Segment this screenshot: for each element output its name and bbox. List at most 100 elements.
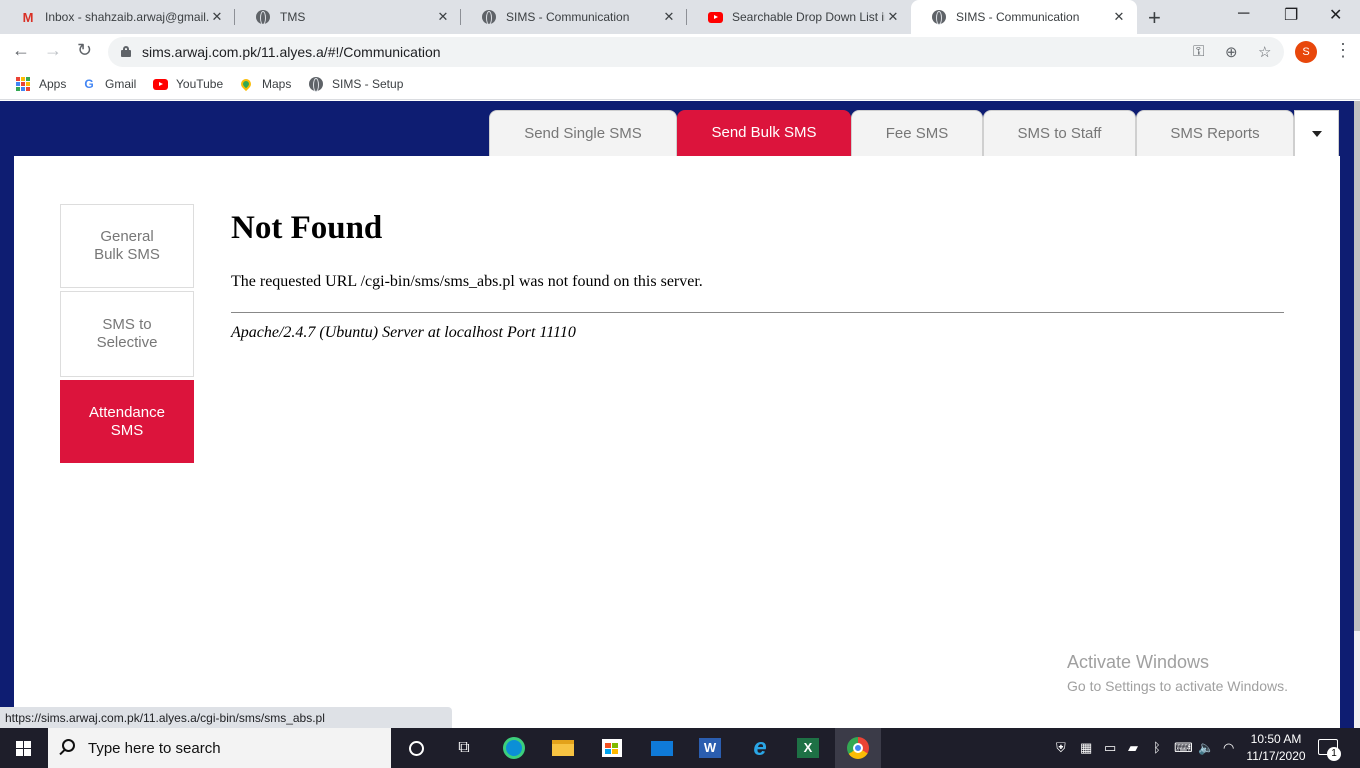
minimize-icon[interactable]: ─ [1238,5,1249,23]
maps-pin-icon [238,76,254,92]
chrome-taskbar-button[interactable] [835,728,881,768]
apps-grid-icon [15,76,31,92]
task-view-icon[interactable]: ⧉ [452,736,476,760]
gmail-icon: M [22,9,34,25]
cortana-icon[interactable] [404,736,428,760]
tab-sms-reports[interactable]: SMS Reports [1136,110,1294,156]
browser-tab-active[interactable]: SIMS - Communication ✕ [911,0,1137,34]
error-message: The requested URL /cgi-bin/sms/sms_abs.p… [231,273,703,290]
bookmark-gmail[interactable]: G Gmail [81,76,136,92]
tab-title: Inbox - shahzaib.arwaj@gmail. [45,10,209,24]
mail-icon[interactable] [650,736,674,760]
watermark-subtitle: Go to Settings to activate Windows. [1067,678,1288,694]
globe-icon [255,9,271,25]
bookmarks-bar: Apps G Gmail YouTube Maps SIMS - Setup [0,70,1360,100]
bookmark-maps[interactable]: Maps [238,76,291,92]
close-tab-icon[interactable]: ✕ [661,9,677,25]
sms-to-selective-button[interactable]: SMS to Selective [60,291,194,377]
bluetooth-icon[interactable]: ᛒ [1153,740,1161,755]
youtube-icon [707,9,723,25]
close-tab-icon[interactable]: ✕ [209,9,225,25]
browser-tab-tms[interactable]: TMS ✕ [235,0,461,34]
word-icon[interactable]: W [698,736,722,760]
shield-icon[interactable]: ⛨ [1056,740,1066,756]
ime-icon[interactable]: ⌨ [1174,740,1193,756]
globe-icon [931,9,947,25]
close-tab-icon[interactable]: ✕ [435,9,451,25]
bookmark-youtube[interactable]: YouTube [152,76,223,92]
attendance-sms-button[interactable]: Attendance SMS [60,380,194,463]
battery-icon[interactable]: ▰ [1128,740,1138,756]
page-viewport: Send Single SMS Send Bulk SMS Fee SMS SM… [0,101,1354,728]
windows-start-icon[interactable] [16,741,32,756]
clock-date: 11/17/2020 [1246,749,1306,763]
wifi-icon[interactable]: ◠ [1223,740,1234,756]
back-arrow-icon[interactable]: ← [12,40,30,61]
tab-title: TMS [280,10,306,24]
chrome-icon [847,737,869,759]
address-bar[interactable]: sims.arwaj.com.pk/11.alyes.a/#!/Communic… [108,37,1284,67]
key-icon[interactable]: ⚿ [1193,43,1204,60]
forward-arrow-icon[interactable]: → [44,40,62,61]
file-explorer-icon[interactable] [551,736,575,760]
globe-icon [481,9,497,25]
internet-explorer-icon[interactable]: e [748,734,772,761]
button-label: Attendance SMS [89,403,165,439]
new-tab-icon[interactable]: + [1148,5,1161,31]
windows-taskbar: Type here to search ⧉ W e X ⛨ ▦ ▭ ▰ ᛒ ⌨ … [0,728,1360,768]
browser-tab-sims-communication[interactable]: SIMS - Communication ✕ [461,0,687,34]
google-icon: G [84,77,94,91]
profile-avatar[interactable]: S [1295,41,1317,63]
browser-tab-strip: M Inbox - shahzaib.arwaj@gmail. ✕ TMS ✕ … [0,0,1360,34]
search-placeholder: Type here to search [88,740,221,757]
store-icon[interactable] [600,736,624,760]
excel-icon[interactable]: X [796,736,820,760]
close-window-icon[interactable]: ✕ [1329,5,1342,25]
zoom-icon[interactable]: ⊕ [1225,43,1238,61]
tab-fee-sms[interactable]: Fee SMS [851,110,983,156]
clock-time: 10:50 AM [1250,732,1302,746]
monitor-icon[interactable]: ▭ [1104,740,1116,756]
link-status-bar: https://sims.arwaj.com.pk/11.alyes.a/cgi… [0,707,452,728]
tab-send-bulk-sms[interactable]: Send Bulk SMS [677,110,851,156]
general-bulk-sms-button[interactable]: General Bulk SMS [60,204,194,288]
bookmark-label: Maps [262,77,292,91]
tab-title: SIMS - Communication [956,10,1080,24]
reload-icon[interactable]: ↻ [77,40,92,61]
system-clock[interactable]: 10:50 AM 11/17/2020 [1238,731,1314,765]
more-menu-icon[interactable]: ⋮ [1334,40,1352,61]
browser-tab-youtube[interactable]: Searchable Drop Down List in ✕ [687,0,911,34]
activate-windows-watermark: Activate Windows Go to Settings to activ… [1067,652,1288,694]
button-label: General Bulk SMS [94,228,160,263]
network-settings-icon[interactable]: ▦ [1080,740,1092,756]
globe-icon [308,76,324,92]
button-label: SMS to Selective [96,316,158,351]
tab-send-single-sms[interactable]: Send Single SMS [489,110,677,156]
bookmark-apps[interactable]: Apps [15,76,66,92]
divider [231,312,1284,313]
tab-title: Searchable Drop Down List in [732,10,885,24]
edge-icon[interactable] [502,736,526,760]
bookmark-label: Apps [39,77,67,91]
lock-icon [121,46,131,57]
content-panel: General Bulk SMS SMS to Selective Attend… [14,156,1340,728]
tab-title: SIMS - Communication [506,10,630,24]
address-url[interactable]: sims.arwaj.com.pk/11.alyes.a/#!/Communic… [142,44,441,60]
error-title: Not Found [231,210,383,246]
volume-icon[interactable]: 🔈 [1198,740,1214,756]
notification-count-badge: 1 [1327,747,1341,761]
browser-tab-gmail[interactable]: M Inbox - shahzaib.arwaj@gmail. ✕ [0,0,235,34]
bookmark-label: Gmail [105,77,137,91]
bookmark-star-icon[interactable]: ☆ [1258,43,1271,61]
tabs-dropdown-button[interactable] [1294,110,1339,156]
tab-sms-to-staff[interactable]: SMS to Staff [983,110,1136,156]
restore-icon[interactable]: ❐ [1284,5,1298,25]
close-tab-icon[interactable]: ✕ [885,9,901,25]
browser-toolbar: ← → ↻ sims.arwaj.com.pk/11.alyes.a/#!/Co… [0,34,1360,70]
close-tab-icon[interactable]: ✕ [1111,9,1127,25]
caret-down-icon [1311,131,1322,138]
youtube-icon [152,76,168,92]
bookmark-sims-setup[interactable]: SIMS - Setup [308,76,403,92]
scrollbar-thumb[interactable] [1354,101,1360,631]
taskbar-search-box[interactable]: Type here to search [48,728,391,768]
